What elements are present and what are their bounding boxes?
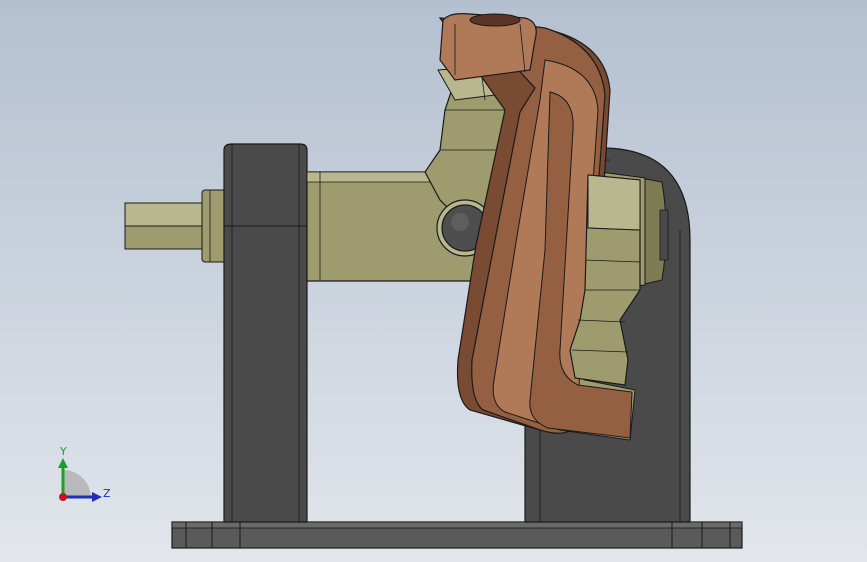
left-support[interactable] bbox=[223, 143, 308, 523]
triad-y-label: Y bbox=[59, 445, 67, 458]
triad-z-label: Z bbox=[103, 487, 111, 500]
base-plate[interactable] bbox=[171, 521, 743, 549]
3d-viewport[interactable]: Y Z bbox=[0, 0, 867, 562]
cad-scene[interactable]: Y Z bbox=[0, 0, 867, 562]
triad-x-axis-dot bbox=[59, 493, 67, 501]
